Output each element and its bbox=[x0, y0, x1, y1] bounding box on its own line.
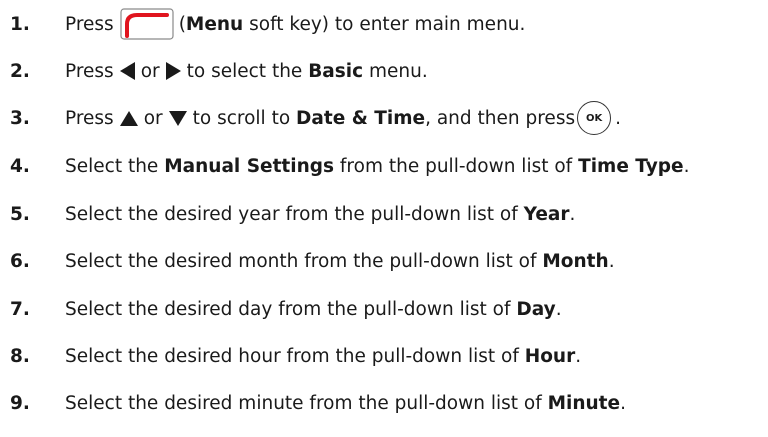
step-text-segment: Press bbox=[65, 60, 114, 82]
minute-keyword: Minute bbox=[547, 392, 621, 414]
step-number: 2. bbox=[10, 60, 30, 82]
step-text-segment: menu. bbox=[363, 60, 428, 82]
ok-key-icon: OK bbox=[577, 101, 612, 135]
step-text-segment: Select the desired month from the pull-d… bbox=[65, 250, 543, 272]
step-text-segment: . bbox=[569, 203, 576, 225]
step-text-segment: Select the desired hour from the pull-do… bbox=[65, 345, 525, 367]
step-number: 6. bbox=[10, 250, 30, 272]
month-keyword: Month bbox=[542, 250, 609, 272]
time-type-keyword: Time Type bbox=[578, 155, 684, 177]
step-text-segment: Press bbox=[65, 13, 114, 35]
step-text-segment: . bbox=[620, 392, 626, 414]
up-arrow-icon bbox=[119, 110, 138, 126]
step-text-segment: . bbox=[615, 107, 621, 129]
step-text-segment: , and then press bbox=[425, 107, 576, 129]
step-text-segment: Select the desired year from the pull-do… bbox=[65, 203, 524, 225]
step-text: Select the desired day from the pull-dow… bbox=[65, 299, 562, 320]
step-text-segment: . bbox=[575, 345, 582, 367]
step-text: Press ( Menu soft key) to enter main men… bbox=[65, 8, 525, 40]
step-text-segment: soft key) to enter main menu. bbox=[243, 13, 526, 35]
step-number: 9. bbox=[10, 392, 30, 414]
step-text-segment: or bbox=[140, 60, 160, 82]
step-text-segment: . bbox=[683, 155, 690, 177]
step-number: 5. bbox=[10, 203, 30, 225]
step-text-segment: . bbox=[608, 250, 615, 272]
step-text-segment: Press bbox=[65, 107, 114, 129]
step-text: Press or to scroll to Date & Time , and … bbox=[65, 101, 621, 135]
step-text-segment: ( bbox=[178, 13, 186, 35]
step-text-segment: to select the bbox=[186, 60, 309, 82]
step-text: Select the desired month from the pull-d… bbox=[65, 251, 615, 272]
step-text-segment: to scroll to bbox=[192, 107, 297, 129]
step-text-segment: or bbox=[143, 107, 163, 129]
menu-soft-key-icon bbox=[120, 8, 174, 40]
step-number: 1. bbox=[10, 13, 30, 35]
step-text-segment: from the pull-down list of bbox=[334, 155, 579, 177]
step-text-segment: Select the desired minute from the pull-… bbox=[65, 392, 548, 414]
left-arrow-icon bbox=[119, 62, 135, 80]
right-arrow-icon bbox=[165, 62, 181, 80]
step-text: Select the desired hour from the pull-do… bbox=[65, 346, 581, 367]
manual-settings-keyword: Manual Settings bbox=[164, 155, 335, 177]
year-keyword: Year bbox=[523, 203, 570, 225]
step-text: Press or to select the Basic menu. bbox=[65, 61, 428, 82]
hour-keyword: Hour bbox=[524, 345, 576, 367]
basic-keyword: Basic bbox=[308, 60, 364, 82]
date-time-keyword: Date & Time bbox=[296, 107, 426, 129]
step-text: Select the desired minute from the pull-… bbox=[65, 393, 626, 414]
step-number: 7. bbox=[10, 298, 30, 320]
step-text-segment: Select the bbox=[65, 155, 165, 177]
day-keyword: Day bbox=[516, 298, 556, 320]
step-number: 3. bbox=[10, 107, 30, 129]
step-text: Select the desired year from the pull-do… bbox=[65, 204, 575, 225]
step-text-segment: . bbox=[555, 298, 562, 320]
menu-keyword: Menu bbox=[185, 13, 244, 35]
down-arrow-icon bbox=[168, 110, 187, 126]
step-number: 4. bbox=[10, 155, 30, 177]
step-number: 8. bbox=[10, 345, 30, 367]
step-text-segment: Select the desired day from the pull-dow… bbox=[65, 298, 517, 320]
step-text: Select the Manual Settings from the pull… bbox=[65, 156, 689, 177]
